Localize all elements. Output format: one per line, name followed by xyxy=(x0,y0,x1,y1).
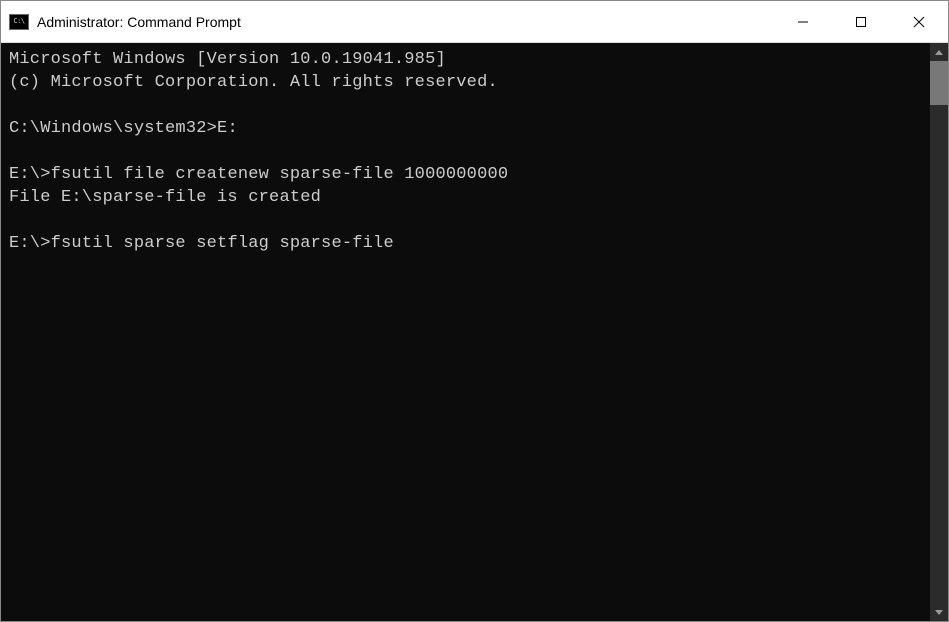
scroll-thumb[interactable] xyxy=(930,61,948,105)
titlebar[interactable]: C:\ Administrator: Command Prompt xyxy=(1,1,948,43)
output-line: File E:\sparse-file is created xyxy=(9,188,321,207)
prompt-text: E:\> xyxy=(9,165,51,184)
command-text: fsutil file createnew sparse-file 100000… xyxy=(51,165,509,184)
minimize-button[interactable] xyxy=(774,1,832,42)
output-line: Microsoft Windows [Version 10.0.19041.98… xyxy=(9,50,446,69)
scroll-up-arrow-icon[interactable] xyxy=(930,43,948,61)
vertical-scrollbar[interactable] xyxy=(930,43,948,621)
minimize-icon xyxy=(797,16,809,28)
window-controls xyxy=(774,1,948,42)
titlebar-left: C:\ Administrator: Command Prompt xyxy=(1,14,241,30)
close-icon xyxy=(913,16,925,28)
prompt-text: C:\Windows\system32> xyxy=(9,119,217,138)
scroll-down-arrow-icon[interactable] xyxy=(930,603,948,621)
prompt-text: E:\> xyxy=(9,234,51,253)
content-area: Microsoft Windows [Version 10.0.19041.98… xyxy=(1,43,948,621)
command-prompt-window: C:\ Administrator: Command Prompt xyxy=(0,0,949,622)
cmd-icon-text: C:\ xyxy=(13,18,24,25)
maximize-icon xyxy=(855,16,867,28)
window-title: Administrator: Command Prompt xyxy=(37,14,241,30)
output-line: (c) Microsoft Corporation. All rights re… xyxy=(9,73,498,92)
terminal-output[interactable]: Microsoft Windows [Version 10.0.19041.98… xyxy=(1,43,930,621)
cmd-app-icon: C:\ xyxy=(9,14,29,30)
command-text: E: xyxy=(217,119,238,138)
command-text: fsutil sparse setflag sparse-file xyxy=(51,234,394,253)
close-button[interactable] xyxy=(890,1,948,42)
maximize-button[interactable] xyxy=(832,1,890,42)
